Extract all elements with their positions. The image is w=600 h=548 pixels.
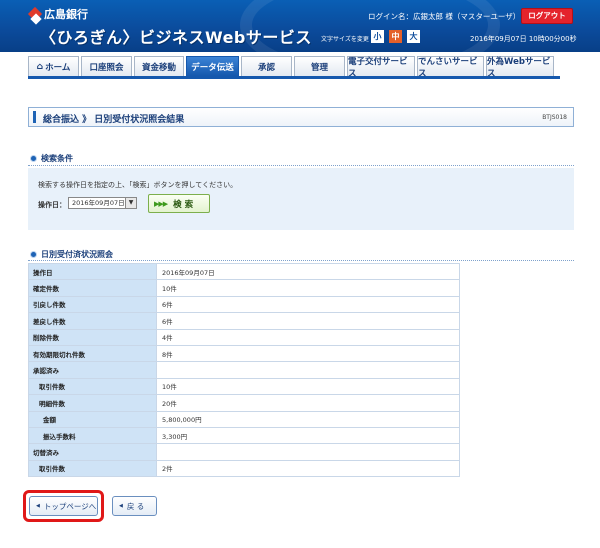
row-value: 2件 [156,459,460,478]
search-description: 検索する操作日を指定の上、「検索」ボタンを押してください。 [38,181,238,189]
title-accent [33,111,36,123]
page-title-bar: 総合振込 》 日別受付状況照会結果 BTJS018 [28,107,574,127]
app-header: 広島銀行 〈ひろぎん〉ビジネスWebサービス ログイン名：広銀太郎 様（マスター… [0,0,600,52]
current-datetime: 2016年09月07日 10時00分00秒 [470,35,577,43]
row-label: 取引件数 [28,377,157,396]
row-label: 振込手数料 [28,426,157,445]
section-bullet-icon [30,251,37,258]
table-row: 取引件数 10件 [28,377,460,396]
font-size-large-button[interactable]: 大 [407,30,420,43]
row-value: 4件 [156,328,460,346]
search-panel: 検索する操作日を指定の上、「検索」ボタンを押してください。 操作日： 2016年… [28,168,574,230]
screen-id: BTJS018 [542,114,567,121]
row-value: 10件 [156,377,460,396]
table-row: 操作日 2016年09月07日 [28,262,460,281]
main-nav: ⌂ ホーム 口座照会 資金移動 データ伝送 承認 管理 電子交付サービス でんさい… [28,56,556,79]
row-value [156,361,460,379]
row-label: 取引件数 [28,459,157,478]
chevron-left-icon: ◀ [36,503,40,509]
row-value: 3,300円 [156,426,460,445]
section-bullet-icon [30,155,37,162]
login-info: ログイン名：広銀太郎 様（マスターユーザ） [368,12,521,21]
table-row: 引戻し件数 6件 [28,295,460,314]
bank-name: 広島銀行 [44,8,88,21]
back-button[interactable]: ◀ 戻 る [112,496,157,516]
row-value: 20件 [156,394,460,412]
tab-densai-service[interactable]: でんさいサービス [417,56,484,79]
row-label: 確定件数 [28,279,157,297]
tab-data-transmission[interactable]: データ伝送 [186,56,239,76]
top-page-button-label: トップページへ [43,501,97,511]
selected-date: 2016年09月07日 [72,199,125,207]
row-value: 6件 [156,295,460,314]
nav-underline [28,76,560,79]
table-row: 取引件数 2件 [28,459,460,478]
operation-date-label: 操作日： [38,201,66,209]
page-title: 総合振込 》 日別受付状況照会結果 [43,115,185,125]
row-value: 8件 [156,344,460,363]
row-value: 2016年09月07日 [156,262,460,281]
row-label: 操作日 [28,262,157,281]
table-row: 差戻し件数 6件 [28,312,460,330]
tab-fund-transfer[interactable]: 資金移動 [134,56,184,76]
divider [28,165,574,166]
font-size-small-button[interactable]: 小 [371,30,384,43]
table-row: 切替済み [28,443,460,461]
back-button-label: 戻 る [126,501,145,511]
table-row: 削除件数 4件 [28,328,460,346]
table-row: 確定件数 10件 [28,279,460,297]
search-section-label: 検索条件 [41,154,73,163]
search-button[interactable]: ▶▶▶ 検 索 [148,194,210,213]
operation-date-select[interactable]: 2016年09月07日 ▼ [68,197,137,209]
row-value: 5,800,000円 [156,410,460,428]
tab-management[interactable]: 管理 [294,56,345,76]
chevron-down-icon[interactable]: ▼ [125,198,136,208]
service-name: 〈ひろぎん〉ビジネスWebサービス [40,28,312,47]
table-row: 承認済み [28,361,460,379]
chevron-left-icon: ◀ [119,503,123,509]
row-label: 差戻し件数 [28,312,157,330]
table-row: 振込手数料 3,300円 [28,426,460,445]
tab-forex-web-service[interactable]: 外為Webサービス [486,56,554,79]
font-size-medium-button[interactable]: 中 [389,30,402,43]
row-label: 有効期限切れ件数 [28,344,157,363]
table-row: 明細件数 20件 [28,394,460,412]
tab-label: ホーム [45,62,71,73]
row-label: 金額 [28,410,157,428]
font-size-label: 文字サイズを変更 [321,36,369,43]
row-label: 承認済み [28,361,157,379]
row-value: 6件 [156,312,460,330]
table-row: 有効期限切れ件数 8件 [28,344,460,363]
top-page-button[interactable]: ◀ トップページへ [29,496,98,516]
row-value [156,443,460,461]
row-label: 引戻し件数 [28,295,157,314]
triple-arrow-icon: ▶▶▶ [154,199,168,208]
results-section-label: 日別受付済状況照会 [41,250,113,259]
home-icon: ⌂ [36,61,44,72]
results-table: 操作日 2016年09月07日 確定件数 10件 引戻し件数 6件 差戻し件数 6件 削… [28,262,460,478]
tab-approval[interactable]: 承認 [241,56,292,76]
tab-electronic-delivery[interactable]: 電子交付サービス [347,56,415,79]
row-label: 切替済み [28,443,157,461]
row-value: 10件 [156,279,460,297]
table-row: 金額 5,800,000円 [28,410,460,428]
tab-account-inquiry[interactable]: 口座照会 [81,56,132,76]
search-button-label: 検 索 [173,199,194,210]
results-section-title: 日別受付済状況照会 [30,249,113,260]
search-section-title: 検索条件 [30,153,73,164]
logout-button[interactable]: ログアウト [521,8,573,24]
tab-home[interactable]: ⌂ ホーム [28,56,79,76]
row-label: 明細件数 [28,394,157,412]
divider [28,260,574,261]
row-label: 削除件数 [28,328,157,346]
